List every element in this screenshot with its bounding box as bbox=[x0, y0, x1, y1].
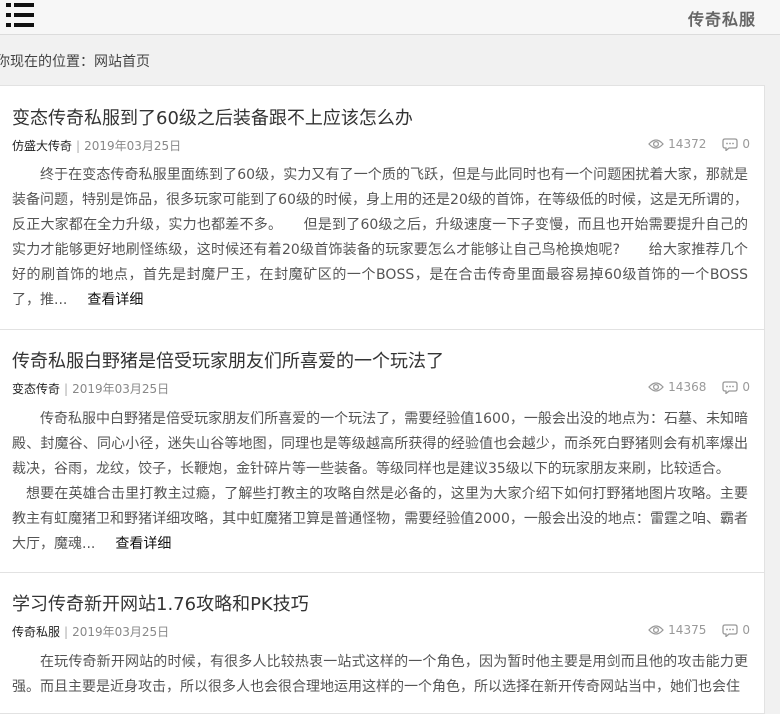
excerpt-paragraph: 传奇私服中白野猪是倍受玩家朋友们所喜爱的一个玩法了，需要经验值1600，一般会出… bbox=[12, 411, 748, 477]
comment-count: 0 bbox=[742, 137, 750, 151]
article-stats: 14368 0 bbox=[648, 380, 750, 394]
menu-icon[interactable] bbox=[6, 3, 34, 27]
article-excerpt: 终于在变态传奇私服里面练到了60级，实力又有了一个质的飞跃，但是与此同时也有一个… bbox=[12, 163, 748, 313]
top-bar: 传奇私服 bbox=[0, 0, 780, 35]
view-count: 14368 bbox=[668, 380, 707, 394]
article-category-link[interactable]: 变态传奇 bbox=[12, 382, 60, 396]
eye-icon bbox=[648, 382, 665, 392]
article-date: 2019年03月25日 bbox=[84, 139, 182, 153]
site-title[interactable]: 传奇私服 bbox=[688, 6, 756, 30]
article-title[interactable]: 变态传奇私服到了60级之后装备跟不上应该怎么办 bbox=[12, 104, 413, 130]
article-card: 学习传奇新开网站1.76攻略和PK技巧 传奇私服 | 2019年03月25日 143… bbox=[0, 572, 765, 714]
excerpt-paragraph: 终于在变态传奇私服里面练到了60级，实力又有了一个质的飞跃，但是与此同时也有一个… bbox=[12, 167, 748, 308]
eye-icon bbox=[648, 625, 665, 635]
comment-count: 0 bbox=[742, 623, 750, 637]
article-card: 传奇私服白野猪是倍受玩家朋友们所喜爱的一个玩法了 变态传奇 | 2019年03月25… bbox=[0, 329, 765, 573]
view-count: 14375 bbox=[668, 623, 707, 637]
excerpt-paragraph: 在玩传奇新开网站的时候，有很多人比较热衷一站式这样的一个角色，因为暂时他主要是用… bbox=[12, 654, 748, 695]
read-more-link[interactable]: 查看详细 bbox=[87, 292, 143, 308]
comment-icon bbox=[722, 137, 739, 151]
article-date: 2019年03月25日 bbox=[72, 382, 170, 396]
eye-icon bbox=[648, 139, 665, 149]
breadcrumb-prefix: 你现在的位置： bbox=[0, 54, 94, 70]
comment-icon bbox=[722, 380, 739, 394]
article-title[interactable]: 传奇私服白野猪是倍受玩家朋友们所喜爱的一个玩法了 bbox=[12, 347, 444, 373]
article-meta: 变态传奇 | 2019年03月25日 bbox=[12, 382, 170, 396]
article-stats: 14372 0 bbox=[648, 137, 750, 151]
article-excerpt: 传奇私服中白野猪是倍受玩家朋友们所喜爱的一个玩法了，需要经验值1600，一般会出… bbox=[12, 407, 748, 557]
article-excerpt: 在玩传奇新开网站的时候，有很多人比较热衷一站式这样的一个角色，因为暂时他主要是用… bbox=[12, 650, 748, 700]
article-stats: 14375 0 bbox=[648, 623, 750, 637]
article-category-link[interactable]: 仿盛大传奇 bbox=[12, 139, 72, 153]
read-more-link[interactable]: 查看详细 bbox=[115, 536, 171, 552]
article-date: 2019年03月25日 bbox=[72, 625, 170, 639]
comment-count: 0 bbox=[742, 380, 750, 394]
breadcrumb-home-link[interactable]: 网站首页 bbox=[94, 54, 150, 70]
breadcrumb: 你现在的位置：网站首页 bbox=[0, 51, 150, 71]
article-title[interactable]: 学习传奇新开网站1.76攻略和PK技巧 bbox=[12, 590, 309, 616]
article-meta: 仿盛大传奇 | 2019年03月25日 bbox=[12, 139, 182, 153]
article-meta: 传奇私服 | 2019年03月25日 bbox=[12, 625, 170, 639]
article-category-link[interactable]: 传奇私服 bbox=[12, 625, 60, 639]
comment-icon bbox=[722, 623, 739, 637]
view-count: 14372 bbox=[668, 137, 707, 151]
article-card: 变态传奇私服到了60级之后装备跟不上应该怎么办 仿盛大传奇 | 2019年03月25… bbox=[0, 85, 765, 330]
